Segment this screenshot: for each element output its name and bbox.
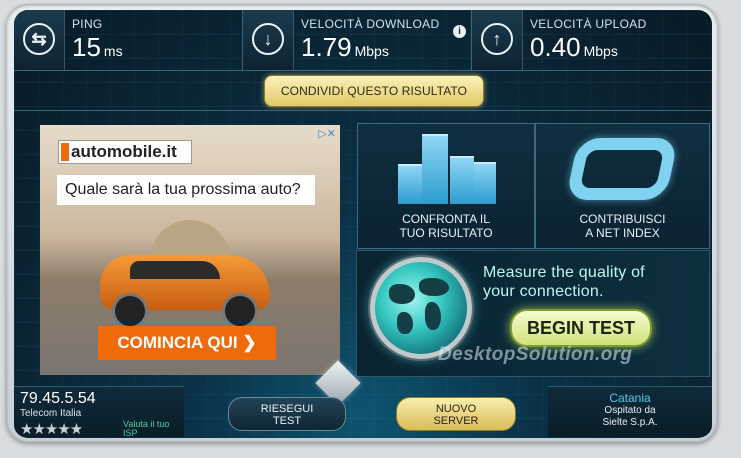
upload-value: 0.40 Mbps xyxy=(530,32,618,63)
isp-rating-stars[interactable]: ★★★★★ xyxy=(20,420,83,438)
ping-icon-box: ⇆ xyxy=(14,10,65,70)
download-label: VELOCITÀ DOWNLOAD xyxy=(301,17,440,31)
swap-arrows-icon: ⇆ xyxy=(23,23,55,55)
divider xyxy=(14,70,712,71)
rerun-test-button[interactable]: RIESEGUI TEST xyxy=(228,397,346,431)
rate-isp-label: Valuta il tuo ISP xyxy=(123,419,170,438)
client-ip: 79.45.5.54 xyxy=(20,390,96,407)
begin-test-button[interactable]: BEGIN TEST xyxy=(510,309,652,347)
net-index-icon xyxy=(565,138,679,200)
download-number: 1.79 xyxy=(301,32,352,62)
client-isp: Telecom Italia xyxy=(20,408,82,419)
upload-label: VELOCITÀ UPLOAD xyxy=(530,17,647,31)
ping-value: 15 ms xyxy=(72,32,123,63)
promo-message: Measure the quality of your connection. xyxy=(483,264,645,300)
car-image xyxy=(100,255,270,329)
divider xyxy=(14,110,712,111)
net-index-tile-label: CONTRIBUISCI A NET INDEX xyxy=(579,212,666,240)
download-unit: Mbps xyxy=(354,43,389,59)
bar-chart-icon xyxy=(398,134,498,204)
download-icon-box: ↓ xyxy=(243,10,294,70)
ad-brand-logo: automobile.it xyxy=(58,140,192,164)
ad-headline: Quale sarà la tua prossima auto? xyxy=(57,175,315,205)
ad-brand-text: automobile.it xyxy=(71,142,177,161)
compare-result-tile[interactable]: CONFRONTA IL TUO RISULTATO xyxy=(357,123,535,249)
speedtest-panel: ⇆ PING 15 ms ↓ VELOCITÀ DOWNLOAD 1.79 Mbps… xyxy=(14,10,712,438)
ad-choices-icon[interactable]: ▷✕ xyxy=(318,127,336,140)
upload-icon-box: ↑ xyxy=(472,10,523,70)
compare-tile-label: CONFRONTA IL TUO RISULTATO xyxy=(399,212,493,240)
arrow-up-icon: ↑ xyxy=(481,23,513,55)
download-metric: ↓ VELOCITÀ DOWNLOAD 1.79 Mbps i xyxy=(243,10,471,70)
new-server-button[interactable]: NUOVO SERVER xyxy=(396,397,516,431)
ping-number: 15 xyxy=(72,32,101,62)
watermark: DesktopSolution.org xyxy=(438,344,633,365)
ping-metric: ⇆ PING 15 ms xyxy=(14,10,242,70)
upload-metric: ↑ VELOCITÀ UPLOAD 0.40 Mbps xyxy=(472,10,712,70)
upload-unit: Mbps xyxy=(583,43,618,59)
ad-cta-button[interactable]: COMINCIA QUI ❯ xyxy=(98,326,276,360)
server-city: Catania xyxy=(609,391,651,405)
advertisement[interactable]: ▷✕ automobile.it Quale sarà la tua pross… xyxy=(40,125,340,375)
share-result-button[interactable]: CONDIVIDI QUESTO RISULTATO xyxy=(264,75,484,107)
server-info: Catania Ospitato da Sielte S.p.A. xyxy=(548,386,712,437)
download-value: 1.79 Mbps xyxy=(301,32,389,63)
ping-label: PING xyxy=(72,17,103,31)
server-host: Ospitato da Sielte S.p.A. xyxy=(602,405,658,428)
client-info: 79.45.5.54 Telecom Italia ★★★★★ Valuta i… xyxy=(14,386,184,438)
ping-unit: ms xyxy=(103,43,123,59)
net-index-tile[interactable]: CONTRIBUISCI A NET INDEX xyxy=(535,123,710,249)
upload-number: 0.40 xyxy=(530,32,581,62)
info-icon[interactable]: i xyxy=(453,25,466,38)
arrow-down-icon: ↓ xyxy=(252,23,284,55)
